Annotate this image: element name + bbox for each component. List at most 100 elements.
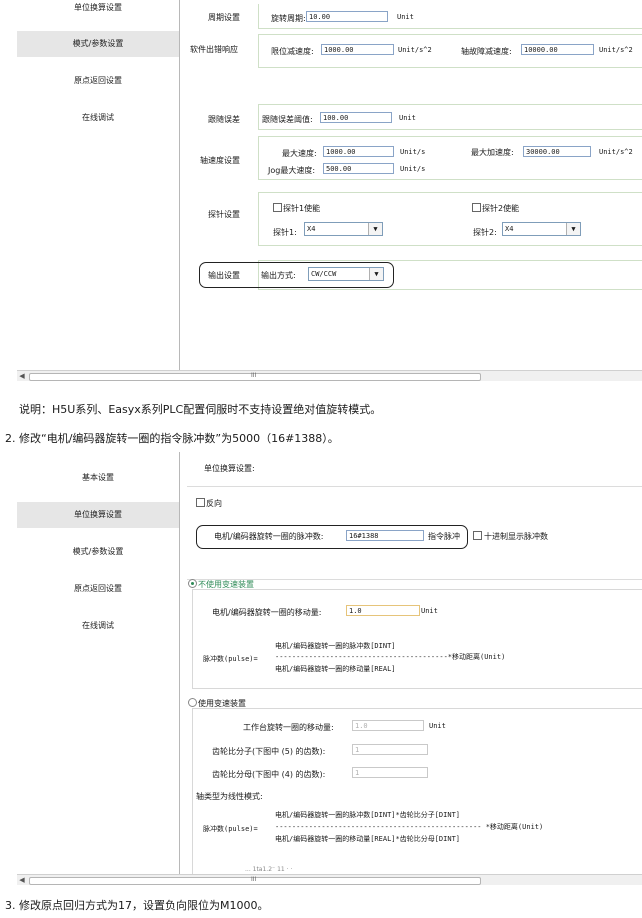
output-group-label: 输出设置 — [208, 271, 240, 280]
probe2-enable-checkbox[interactable] — [472, 203, 481, 212]
follow-threshold-input[interactable]: 100.00 — [320, 112, 392, 123]
limit-decel-label: 限位减速度: — [271, 47, 314, 56]
max-acc-unit: Unit/s^2 — [599, 148, 633, 156]
sidebar-item-online-debug[interactable]: 在线调试 — [17, 105, 179, 131]
max-acc-label: 最大加速度: — [471, 148, 514, 157]
pulses-label: 电机/编码器旋转一圈的脉冲数: — [214, 532, 324, 541]
sidebar-item-mode-params[interactable]: 模式/参数设置 — [17, 31, 179, 57]
probe-group — [258, 192, 642, 246]
probe1-select-value: X4 — [307, 225, 316, 233]
axis-speed-group-label: 轴速度设置 — [200, 156, 240, 165]
table-move-input[interactable]: 1.0 — [352, 720, 424, 731]
gear-num-input[interactable]: 1 — [352, 744, 428, 755]
gear-den-input[interactable]: 1 — [352, 767, 428, 778]
formula2-numerator: 电机/编码器旋转一圈的脉冲数[DINT]*齿轮比分子[DINT] — [275, 811, 461, 819]
sidebar-item-homing[interactable]: 原点返回设置 — [17, 68, 179, 94]
step-3-text: 3. 修改原点回归方式为17，设置负向限位为M1000。 — [5, 899, 269, 912]
sidebar-item-unit-conversion[interactable]: 单位换算设置 — [17, 0, 179, 21]
sidebar-divider-2 — [179, 452, 180, 874]
unit-conversion-header: 单位换算设置: — [204, 464, 255, 473]
formula2-dashes: ----------------------------------------… — [275, 823, 544, 831]
follow-error-group — [258, 104, 642, 130]
chevron-down-icon: ▼ — [566, 223, 580, 235]
pulses-input[interactable]: 16#1388 — [346, 530, 424, 541]
hex-display-checkbox[interactable] — [473, 531, 482, 540]
table-move-label: 工作台旋转一圈的移动量: — [243, 723, 334, 732]
sidebar-item-unit-conversion-2[interactable]: 单位换算设置 — [17, 502, 179, 528]
linear-mode-label: 轴类型为线性模式: — [196, 792, 263, 801]
scroll-left-icon[interactable]: ◀ — [17, 371, 27, 381]
scroll-left-icon[interactable]: ◀ — [17, 875, 27, 885]
move-label: 电机/编码器旋转一圈的移动量: — [212, 608, 322, 617]
fault-decel-unit: Unit/s^2 — [599, 46, 633, 54]
formula2-denominator: 电机/编码器旋转一圈的移动量[REAL]*齿轮比分母[DINT] — [275, 835, 461, 843]
formula1-dashes: ----------------------------------------… — [275, 653, 506, 661]
chevron-down-icon: ▼ — [368, 223, 382, 235]
rotation-period-unit: Unit — [397, 13, 414, 21]
formula2-lhs: 脉冲数(pulse)= — [203, 825, 258, 833]
gear-den-label: 齿轮比分母(下图中 (4) 的齿数): — [212, 770, 326, 779]
sidebar-item-mode-params-2[interactable]: 模式/参数设置 — [17, 539, 179, 565]
fault-decel-label: 轴故障减速度: — [461, 47, 512, 56]
move-unit: Unit — [421, 607, 438, 615]
probe1-select[interactable]: X4 ▼ — [304, 222, 383, 236]
period-group-label: 周期设置 — [208, 13, 240, 22]
hex-display-label: 十进制显示脉冲数 — [484, 532, 548, 541]
probe1-enable-checkbox[interactable] — [273, 203, 282, 212]
probe1-enable-label: 探针1使能 — [283, 204, 321, 213]
horizontal-scrollbar[interactable]: ◀ III — [17, 370, 642, 381]
settings-sidebar: 单位换算设置 模式/参数设置 原点返回设置 在线调试 — [17, 0, 179, 370]
formula1-numerator: 电机/编码器旋转一圈的脉冲数[DINT] — [275, 642, 396, 650]
radio1-divider — [187, 579, 642, 580]
rotation-period-input[interactable]: 10.00 — [306, 11, 388, 22]
follow-threshold-label: 跟随误差阈值: — [262, 115, 313, 124]
limit-decel-unit: Unit/s^2 — [398, 46, 432, 54]
table-move-unit: Unit — [429, 722, 446, 730]
jog-speed-label: Jog最大速度: — [268, 166, 316, 175]
formula1-lhs: 脉冲数(pulse)= — [203, 655, 258, 663]
pulses-unit: 指令脉冲 — [428, 532, 460, 541]
formula1-denominator: 电机/编码器旋转一圈的移动量[REAL] — [275, 665, 396, 673]
gear-radio[interactable] — [188, 698, 197, 707]
jog-speed-input[interactable]: 500.00 — [323, 163, 394, 174]
output-mode-label: 输出方式: — [261, 271, 296, 280]
step-2-text: 2. 修改“电机/编码器旋转一圈的指令脉冲数”为5000（16#1388）。 — [5, 432, 339, 445]
sidebar-item-online-debug-2[interactable]: 在线调试 — [17, 613, 179, 639]
software-error-group-label: 软件出错响应 — [190, 45, 238, 54]
probe-group-label: 探针设置 — [208, 210, 240, 219]
sidebar-item-basic[interactable]: 基本设置 — [17, 465, 179, 491]
max-speed-unit: Unit/s — [400, 148, 426, 156]
jog-speed-unit: Unit/s — [400, 165, 426, 173]
probe1-label: 探针1: — [273, 228, 297, 237]
sidebar-item-homing-2[interactable]: 原点返回设置 — [17, 576, 179, 602]
sidebar-divider — [179, 0, 180, 370]
probe2-enable-label: 探针2使能 — [482, 204, 520, 213]
reverse-checkbox[interactable] — [196, 498, 205, 507]
horizontal-scrollbar-2[interactable]: ◀ III — [17, 874, 642, 885]
cut-off-text: ... 1ta1.2⁻ 11 · · — [245, 866, 293, 873]
scrollbar-grip: III — [251, 372, 257, 379]
limit-decel-input[interactable]: 1000.00 — [321, 44, 394, 55]
unit-conversion-panel: 基本设置 单位换算设置 模式/参数设置 原点返回设置 在线调试 单位换算设置: … — [0, 452, 642, 875]
header-divider — [187, 486, 642, 487]
settings-sidebar-2: 基本设置 单位换算设置 模式/参数设置 原点返回设置 在线调试 — [17, 452, 179, 874]
max-speed-label: 最大速度: — [282, 149, 317, 158]
max-acc-input[interactable]: 30000.00 — [523, 146, 591, 157]
move-input[interactable]: 1.0 — [346, 605, 420, 616]
rotation-period-label: 旋转周期: — [271, 14, 306, 23]
max-speed-input[interactable]: 1000.00 — [323, 146, 394, 157]
output-mode-select[interactable]: CW/CCW ▼ — [308, 267, 384, 281]
no-gear-group — [192, 589, 642, 689]
probe2-select-value: X4 — [505, 225, 514, 233]
gear-num-label: 齿轮比分子(下图中 (5) 的齿数): — [212, 747, 326, 756]
reverse-label: 反向 — [206, 499, 222, 508]
probe2-label: 探针2: — [473, 228, 497, 237]
fault-decel-input[interactable]: 10000.00 — [521, 44, 594, 55]
no-gear-radio[interactable] — [188, 579, 197, 588]
follow-threshold-unit: Unit — [399, 114, 416, 122]
scrollbar-grip-2: III — [251, 876, 257, 883]
mode-params-panel: 单位换算设置 模式/参数设置 原点返回设置 在线调试 周期设置 旋转周期: 10… — [0, 0, 642, 370]
follow-error-group-label: 跟随误差 — [208, 115, 240, 124]
probe2-select[interactable]: X4 ▼ — [502, 222, 581, 236]
note-text: 说明：H5U系列、Easyx系列PLC配置伺服时不支持设置绝对值旋转模式。 — [19, 403, 382, 416]
